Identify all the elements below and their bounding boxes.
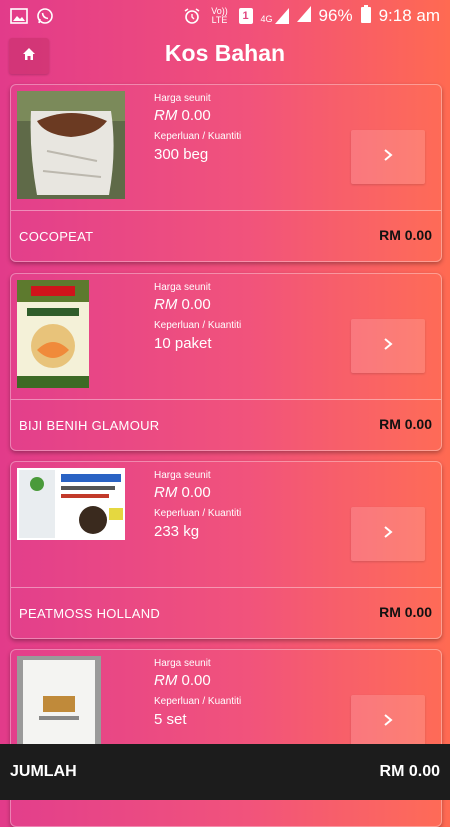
sim-label: 1 — [242, 10, 249, 22]
footer-total-value: RM 0.00 — [379, 763, 440, 780]
unit-price-value: RM 0.00 — [154, 107, 211, 124]
item-name: BIJI BENIH GLAMOUR — [19, 418, 160, 433]
quantity-value: 5 set — [154, 711, 187, 728]
unit-price-label: Harga seunit — [154, 658, 211, 669]
item-total: RM 0.00 — [379, 604, 432, 620]
clock: 9:18 am — [378, 6, 440, 25]
chevron-right-icon — [382, 337, 394, 356]
item-image-bag — [17, 656, 101, 750]
chevron-right-icon — [382, 148, 394, 167]
item-detail-button[interactable] — [351, 319, 425, 373]
page-title: Kos Bahan — [164, 40, 286, 66]
quantity-label: Keperluan / Kuantiti — [154, 508, 242, 519]
battery-percent: 96% — [318, 6, 353, 25]
card-divider — [11, 587, 441, 588]
item-image-glamour-seeds — [17, 280, 89, 388]
item-detail-button[interactable] — [351, 130, 425, 184]
unit-price-value: RM 0.00 — [154, 484, 211, 501]
app-bar: Kos Bahan — [0, 32, 450, 76]
unit-price-amount: 0.00 — [181, 107, 211, 124]
unit-price-label: Harga seunit — [154, 282, 211, 293]
sim-1-icon: 1 — [238, 8, 253, 24]
unit-price-amount: 0.00 — [181, 672, 211, 689]
status-bar-right: Vo)) LTE 1 4G 96% 9:18 am — [183, 4, 440, 28]
unit-price-value: RM 0.00 — [154, 672, 211, 689]
quantity-label: Keperluan / Kuantiti — [154, 131, 242, 142]
quantity-label: Keperluan / Kuantiti — [154, 696, 242, 707]
4g-signal-icon: 4G — [261, 8, 289, 24]
currency-label: RM — [154, 672, 178, 689]
unit-price-value: RM 0.00 — [154, 296, 211, 313]
chevron-right-icon — [382, 525, 394, 544]
item-image-cocopeat — [17, 91, 125, 199]
quantity-label: Keperluan / Kuantiti — [154, 320, 242, 331]
chevron-right-icon — [382, 713, 394, 732]
network-label: 4G — [260, 14, 273, 24]
item-detail-button[interactable] — [351, 507, 425, 561]
item-card-biji-benih-glamour: Harga seunit RM 0.00 Keperluan / Kuantit… — [10, 273, 442, 451]
status-bar: Vo)) LTE 1 4G 96% 9:18 am — [0, 0, 450, 32]
unit-price-label: Harga seunit — [154, 470, 211, 481]
item-detail-button[interactable] — [351, 695, 425, 749]
item-card-cocopeat: Harga seunit RM 0.00 Keperluan / Kuantit… — [10, 84, 442, 262]
card-divider — [11, 399, 441, 400]
alarm-icon — [183, 7, 201, 25]
volte-icon: Vo)) LTE — [211, 6, 228, 25]
unit-price-amount: 0.00 — [181, 296, 211, 313]
card-divider — [11, 210, 441, 211]
whatsapp-icon — [36, 7, 54, 25]
status-bar-left — [10, 7, 54, 25]
footer-total-label: JUMLAH — [10, 763, 77, 780]
image-icon — [10, 7, 28, 25]
item-card-peatmoss-holland: Harga seunit RM 0.00 Keperluan / Kuantit… — [10, 461, 442, 639]
item-card-4: Harga seunit RM 0.00 Keperluan / Kuantit… — [10, 649, 442, 827]
unit-price-label: Harga seunit — [154, 93, 211, 104]
quantity-value: 233 kg — [154, 523, 200, 540]
item-name: PEATMOSS HOLLAND — [19, 606, 161, 621]
item-image-peatmoss — [17, 468, 125, 540]
currency-label: RM — [154, 484, 178, 501]
quantity-value: 300 beg — [154, 146, 209, 163]
total-footer: JUMLAH RM 0.00 — [0, 744, 450, 800]
item-total: RM 0.00 — [379, 227, 432, 243]
battery-icon — [360, 4, 371, 28]
signal-icon — [296, 5, 311, 27]
currency-label: RM — [154, 107, 178, 124]
item-name: COCOPEAT — [19, 229, 94, 244]
quantity-value: 10 paket — [154, 335, 212, 352]
unit-price-amount: 0.00 — [181, 484, 211, 501]
currency-label: RM — [154, 296, 178, 313]
item-total: RM 0.00 — [379, 416, 432, 432]
